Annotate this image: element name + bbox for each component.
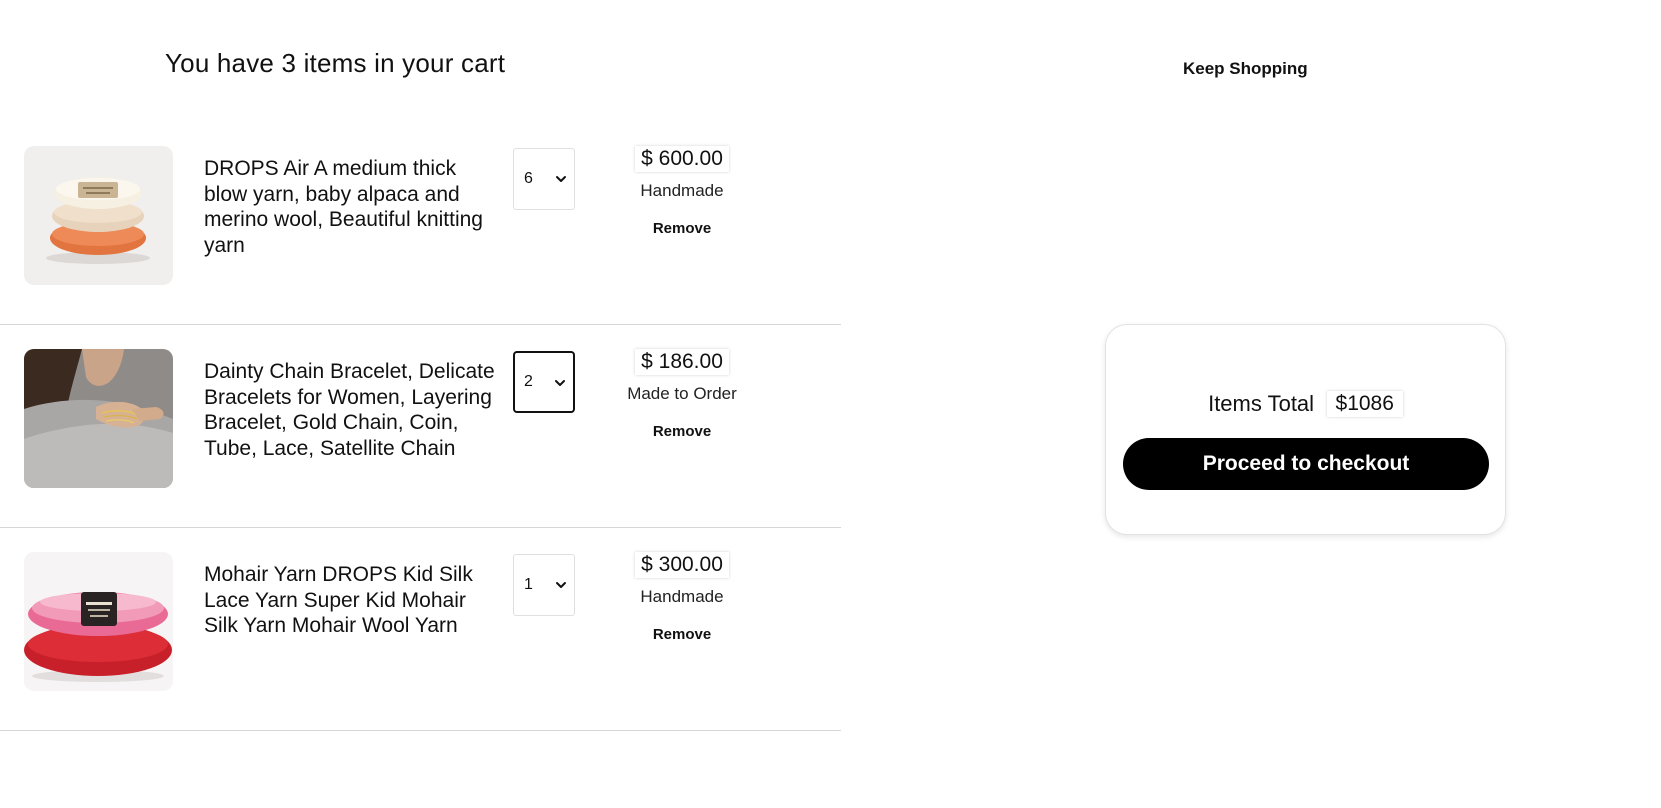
product-image-yarn-stack[interactable] bbox=[24, 146, 173, 285]
chevron-down-icon bbox=[555, 380, 565, 386]
proceed-to-checkout-button[interactable]: Proceed to checkout bbox=[1123, 438, 1489, 490]
availability-label: Handmade bbox=[640, 181, 724, 200]
item-title[interactable]: DROPS Air A medium thick blow yarn, baby… bbox=[204, 156, 496, 258]
keep-shopping-link[interactable]: Keep Shopping bbox=[1183, 59, 1308, 79]
product-image-bracelet[interactable] bbox=[24, 349, 173, 488]
items-total-label: Items Total bbox=[1208, 391, 1315, 416]
cart-item: DROPS Air A medium thick blow yarn, baby… bbox=[0, 122, 841, 325]
remove-button[interactable]: Remove bbox=[653, 220, 711, 237]
item-price: $ 186.00 bbox=[635, 349, 729, 375]
quantity-value: 6 bbox=[524, 170, 533, 187]
quantity-value: 1 bbox=[524, 576, 533, 593]
item-price: $ 600.00 bbox=[635, 146, 729, 172]
remove-button[interactable]: Remove bbox=[653, 626, 711, 643]
cart-item: Dainty Chain Bracelet, Delicate Bracelet… bbox=[0, 325, 841, 528]
price-column: $ 600.00 Handmade Remove bbox=[612, 146, 752, 238]
item-title[interactable]: Dainty Chain Bracelet, Delicate Bracelet… bbox=[204, 359, 496, 461]
remove-button[interactable]: Remove bbox=[653, 423, 711, 440]
quantity-value: 2 bbox=[524, 373, 533, 390]
price-column: $ 300.00 Handmade Remove bbox=[612, 552, 752, 644]
availability-label: Made to Order bbox=[627, 384, 737, 403]
availability-label: Handmade bbox=[640, 587, 724, 606]
order-summary-card: Items Total $1086 Proceed to checkout bbox=[1105, 324, 1506, 535]
cart-title: You have 3 items in your cart bbox=[165, 48, 506, 78]
chevron-down-icon bbox=[556, 176, 566, 182]
price-column: $ 186.00 Made to Order Remove bbox=[612, 349, 752, 441]
cart-items-list: DROPS Air A medium thick blow yarn, baby… bbox=[0, 122, 841, 731]
item-title[interactable]: Mohair Yarn DROPS Kid Silk Lace Yarn Sup… bbox=[204, 562, 496, 639]
quantity-select[interactable]: 6 bbox=[513, 148, 575, 210]
items-total-value: $1086 bbox=[1326, 391, 1403, 417]
product-image-mohair-yarn[interactable] bbox=[24, 552, 173, 691]
cart-item: Mohair Yarn DROPS Kid Silk Lace Yarn Sup… bbox=[0, 528, 841, 731]
quantity-select[interactable]: 1 bbox=[513, 554, 575, 616]
items-total-row: Items Total $1086 bbox=[1106, 391, 1505, 417]
quantity-select[interactable]: 2 bbox=[513, 351, 575, 413]
item-price: $ 300.00 bbox=[635, 552, 729, 578]
chevron-down-icon bbox=[556, 582, 566, 588]
